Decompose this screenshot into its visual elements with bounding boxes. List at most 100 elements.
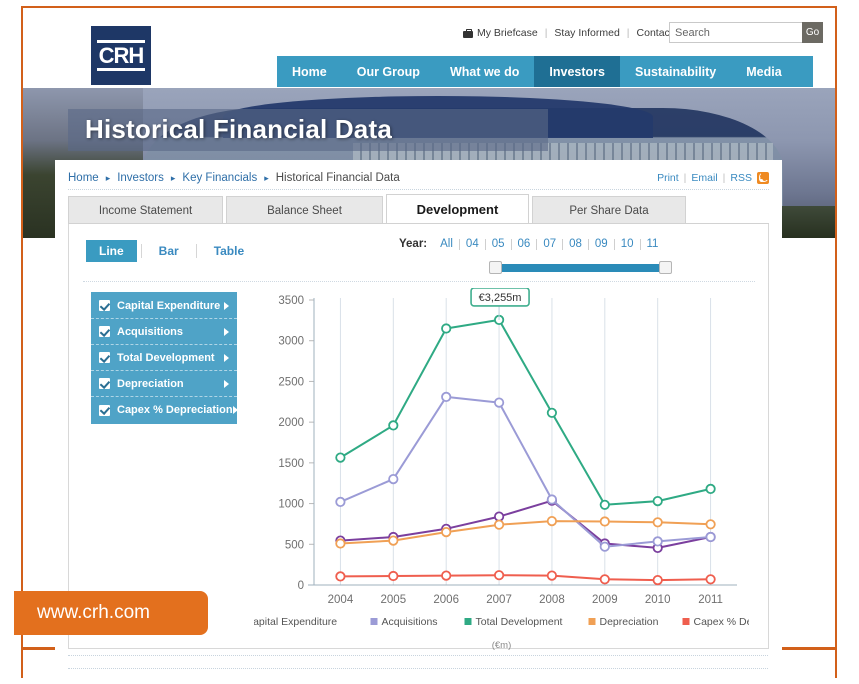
tab-development[interactable]: Development: [386, 194, 529, 224]
slider-handle-right[interactable]: [659, 261, 672, 274]
series-toggle-capital-expenditure[interactable]: Capital Expenditure: [91, 293, 237, 319]
nav-item-our-group[interactable]: Our Group: [342, 56, 435, 87]
series-point[interactable]: [494, 570, 505, 581]
breadcrumb-item-investors[interactable]: Investors: [117, 172, 164, 184]
series-point[interactable]: [652, 517, 663, 528]
series-point[interactable]: [599, 541, 610, 552]
series-point[interactable]: [652, 496, 663, 507]
series-point[interactable]: [494, 397, 505, 408]
tab-income-statement[interactable]: Income Statement: [68, 196, 223, 224]
series-toggle-capex-depreciation[interactable]: Capex % Depreciation: [91, 397, 238, 423]
series-point[interactable]: [388, 570, 399, 582]
series-point[interactable]: [546, 494, 557, 505]
print-link[interactable]: Print: [657, 172, 679, 184]
rss-icon[interactable]: [757, 172, 769, 184]
rss-link[interactable]: RSS: [730, 172, 752, 184]
checkbox-checked-icon[interactable]: [99, 300, 110, 311]
footer-divider-1: [68, 655, 768, 656]
series-point[interactable]: [705, 531, 716, 543]
chart-unit-note: (€m): [491, 640, 512, 651]
series-point[interactable]: [599, 499, 610, 510]
year-option-11[interactable]: 11: [641, 238, 665, 250]
series-point[interactable]: [335, 452, 346, 463]
utility-separator: |: [626, 27, 630, 39]
series-point[interactable]: [705, 483, 716, 494]
series-point[interactable]: [441, 323, 452, 334]
series-point[interactable]: [652, 536, 663, 547]
checkbox-checked-icon[interactable]: [99, 378, 110, 389]
chevron-right-icon[interactable]: [224, 327, 229, 336]
nav-item-what-we-do[interactable]: What we do: [435, 56, 534, 87]
breadcrumb-item-key-financials[interactable]: Key Financials: [182, 172, 257, 184]
series-point[interactable]: [388, 535, 399, 546]
chevron-right-icon[interactable]: [224, 353, 229, 362]
nav-item-label: What we do: [449, 64, 520, 79]
year-option-06[interactable]: 06: [512, 238, 537, 250]
series-point[interactable]: [441, 570, 452, 581]
nav-item-media[interactable]: Media: [731, 56, 796, 87]
briefcase-icon: [463, 28, 473, 38]
series-point[interactable]: [494, 519, 505, 530]
slider-handle-left[interactable]: [489, 261, 502, 274]
x-axis-tick-label: 2008: [539, 594, 565, 606]
y-axis-tick-label: 0: [298, 580, 304, 592]
view-mode-table[interactable]: Table: [201, 240, 257, 262]
nav-item-label: Our Group: [356, 64, 420, 79]
year-range-slider[interactable]: [489, 261, 672, 274]
series-point[interactable]: [335, 496, 346, 507]
year-option-all[interactable]: All: [434, 238, 459, 250]
x-axis-tick-label: 2004: [328, 594, 354, 606]
breadcrumb-item-home[interactable]: Home: [68, 172, 99, 184]
chevron-right-icon[interactable]: [232, 406, 238, 414]
series-point[interactable]: [652, 574, 663, 586]
chevron-right-icon[interactable]: [224, 301, 229, 310]
year-option-07[interactable]: 07: [537, 238, 562, 250]
view-mode-line[interactable]: Line: [86, 240, 137, 262]
series-point[interactable]: [546, 407, 557, 418]
series-point[interactable]: [705, 519, 716, 530]
breadcrumb-item-historical-financial-data: Historical Financial Data: [275, 172, 400, 184]
series-point[interactable]: [388, 420, 399, 431]
series-toggle-label: Capital Expenditure: [117, 299, 221, 312]
year-option-10[interactable]: 10: [615, 238, 640, 250]
nav-item-home[interactable]: Home: [277, 56, 342, 87]
year-filter-label: Year:: [399, 238, 428, 250]
my-briefcase-link[interactable]: My Briefcase: [477, 27, 538, 39]
series-point[interactable]: [705, 574, 716, 585]
series-toggle-depreciation[interactable]: Depreciation: [91, 371, 237, 397]
legend-label: Capital Expenditure: [254, 616, 337, 628]
year-option-05[interactable]: 05: [486, 238, 511, 250]
series-point[interactable]: [335, 571, 346, 582]
checkbox-checked-icon[interactable]: [99, 326, 110, 337]
email-link[interactable]: Email: [691, 172, 717, 184]
slider-fill: [495, 264, 665, 272]
series-point[interactable]: [494, 511, 505, 522]
series-point[interactable]: [441, 391, 452, 403]
year-option-08[interactable]: 08: [563, 238, 588, 250]
series-point[interactable]: [546, 570, 557, 581]
checkbox-checked-icon[interactable]: [99, 352, 110, 363]
x-axis-tick-label: 2005: [381, 594, 407, 606]
series-point[interactable]: [599, 574, 610, 585]
chevron-right-icon[interactable]: [224, 379, 229, 388]
checkbox-checked-icon[interactable]: [99, 404, 110, 416]
series-toggle-total-development[interactable]: Total Development: [91, 345, 237, 371]
series-point[interactable]: [388, 474, 399, 485]
series-toggle-acquisitions[interactable]: Acquisitions: [91, 319, 237, 345]
tab-per-share-data[interactable]: Per Share Data: [532, 196, 686, 224]
nav-item-sustainability[interactable]: Sustainability: [620, 56, 731, 87]
view-mode-bar[interactable]: Bar: [146, 240, 192, 262]
year-option-09[interactable]: 09: [589, 238, 614, 250]
nav-item-investors[interactable]: Investors: [534, 56, 620, 87]
year-option-04[interactable]: 04: [460, 238, 485, 250]
series-point[interactable]: [335, 538, 346, 549]
crh-logo[interactable]: CRH: [91, 26, 151, 85]
tab-balance-sheet[interactable]: Balance Sheet: [226, 196, 383, 224]
stay-informed-link[interactable]: Stay Informed: [554, 27, 619, 39]
series-point[interactable]: [441, 527, 452, 538]
series-point[interactable]: [546, 516, 557, 527]
series-point[interactable]: [599, 516, 610, 527]
legend-label: Capex % Depreciation: [694, 616, 750, 628]
search-input[interactable]: [669, 22, 802, 43]
search-go-button[interactable]: Go: [802, 22, 823, 43]
